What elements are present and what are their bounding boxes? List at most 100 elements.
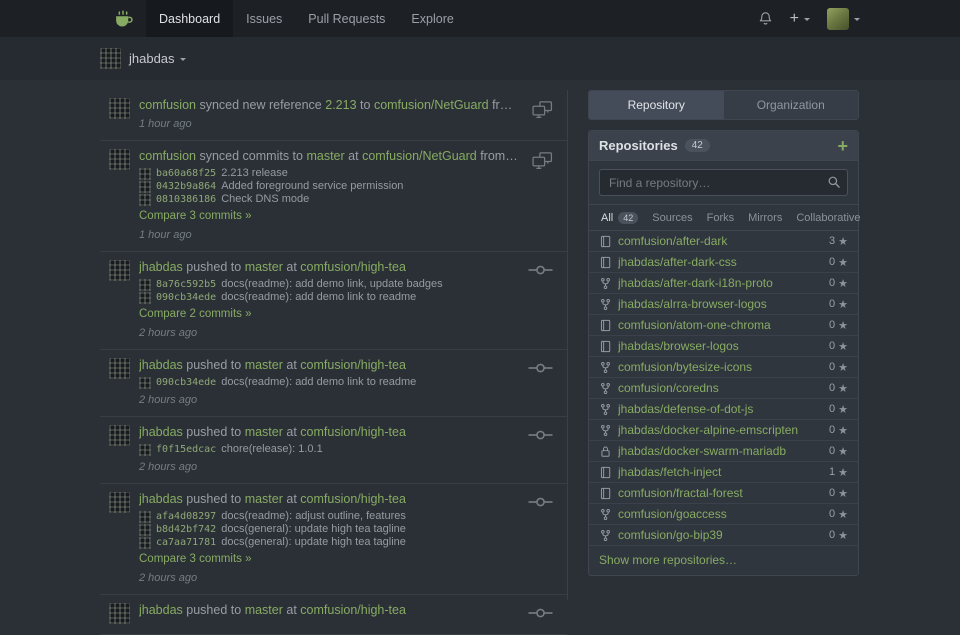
actor-avatar[interactable]	[109, 260, 130, 281]
fork-icon	[599, 508, 612, 521]
filter-mirrors[interactable]: Mirrors	[741, 212, 789, 224]
tab-repository[interactable]: Repository	[589, 91, 724, 119]
repo-link[interactable]: jhabdas/after-dark-i18n-proto	[618, 276, 829, 290]
repo-link[interactable]: comfusion/high-tea	[300, 260, 406, 274]
star-count: 1	[829, 466, 848, 479]
filter-label: All	[601, 212, 613, 224]
commit-sha-link[interactable]: b8d42bf742	[156, 523, 216, 536]
actor-avatar[interactable]	[109, 149, 130, 170]
repo-link[interactable]: comfusion/goaccess	[618, 507, 829, 521]
repo-link[interactable]: comfusion/fractal-forest	[618, 486, 829, 500]
compare-commits-link[interactable]: Compare 3 commits »	[139, 210, 251, 222]
nav-explore[interactable]: Explore	[398, 0, 466, 37]
repo-link[interactable]: comfusion/go-bip39	[618, 528, 829, 542]
repo-link[interactable]: jhabdas/after-dark-css	[618, 255, 829, 269]
filter-sources[interactable]: Sources	[645, 212, 699, 224]
feed-item: jhabdas pushed to master at comfusion/hi…	[100, 252, 567, 350]
notifications-bell-button[interactable]	[758, 11, 773, 26]
repo-link[interactable]: comfusion/high-tea	[300, 492, 406, 506]
repo-link[interactable]: comfusion/coredns	[618, 381, 829, 395]
repo-row: comfusion/goaccess 0	[589, 504, 858, 525]
repo-row: jhabdas/after-dark-i18n-proto 0	[589, 273, 858, 294]
commit-sha-link[interactable]: afa4d08297	[156, 510, 216, 523]
star-count: 0	[829, 508, 848, 521]
user-menu-dropdown[interactable]	[827, 8, 860, 30]
repo-link[interactable]: comfusion/high-tea	[300, 358, 406, 372]
repo-count-badge: 42	[685, 139, 710, 152]
add-repository-button[interactable]: +	[837, 137, 848, 155]
repo-row: comfusion/coredns 0	[589, 378, 858, 399]
repo-link[interactable]: jhabdas/browser-logos	[618, 339, 829, 353]
commit-message: docs(readme): add demo link to readme	[221, 376, 416, 389]
nav-issues[interactable]: Issues	[233, 0, 295, 37]
commit-sha-link[interactable]: 090cb34ede	[156, 376, 216, 389]
repo-link[interactable]: comfusion/after-dark	[618, 234, 829, 248]
branch-link[interactable]: master	[245, 603, 283, 617]
actor-link[interactable]: jhabdas	[139, 425, 183, 439]
nav-dashboard[interactable]: Dashboard	[146, 0, 233, 37]
feed-item: jhabdas pushed to master at comfusion/hi…	[100, 595, 567, 635]
compare-commits-link[interactable]: Compare 2 commits »	[139, 308, 251, 320]
context-user-switcher[interactable]: jhabdas	[100, 48, 186, 69]
repo-row: comfusion/atom-one-chroma 0	[589, 315, 858, 336]
actor-link[interactable]: jhabdas	[139, 603, 183, 617]
commit-sha-link[interactable]: 090cb34ede	[156, 291, 216, 304]
actor-avatar[interactable]	[109, 492, 130, 513]
actor-link[interactable]: jhabdas	[139, 260, 183, 274]
branch-link[interactable]: master	[245, 260, 283, 274]
sidebar-tabs: Repository Organization	[588, 90, 859, 120]
repo-link[interactable]: jhabdas/docker-swarm-mariadb	[618, 444, 829, 458]
commit-sha-link[interactable]: 0810386186	[156, 193, 216, 206]
branch-link[interactable]: master	[245, 358, 283, 372]
repo-link[interactable]: jhabdas/defense-of-dot-js	[618, 402, 829, 416]
branch-link[interactable]: master	[306, 149, 344, 163]
repo-link[interactable]: jhabdas/alrra-browser-logos	[618, 297, 829, 311]
repo-link[interactable]: comfusion/high-tea	[300, 603, 406, 617]
commit-sha-link[interactable]: ba60a68f25	[156, 167, 216, 180]
committer-avatar	[139, 292, 151, 304]
actor-avatar[interactable]	[109, 603, 130, 624]
filter-count-badge: 42	[618, 212, 638, 224]
repo-row: comfusion/fractal-forest 0	[589, 483, 858, 504]
branch-link[interactable]: master	[245, 425, 283, 439]
commit-sha-link[interactable]: 0432b9a864	[156, 180, 216, 193]
actor-avatar[interactable]	[109, 98, 130, 119]
actor-link[interactable]: jhabdas	[139, 492, 183, 506]
nav-pull-requests[interactable]: Pull Requests	[295, 0, 398, 37]
actor-link[interactable]: jhabdas	[139, 358, 183, 372]
filter-collaborative[interactable]: Collaborative	[789, 212, 867, 224]
gitea-logo[interactable]	[100, 0, 146, 37]
show-more-repositories-link[interactable]: Show more repositories…	[589, 546, 858, 575]
actor-avatar[interactable]	[109, 425, 130, 446]
create-new-dropdown[interactable]: +	[790, 11, 810, 27]
tab-organization[interactable]: Organization	[724, 91, 859, 119]
filter-forks[interactable]: Forks	[700, 212, 742, 224]
repo-icon	[599, 256, 612, 269]
repo-search-input[interactable]	[599, 169, 848, 196]
repo-link[interactable]: comfusion/bytesize-icons	[618, 360, 829, 374]
actor-link[interactable]: comfusion	[139, 98, 196, 112]
feed-title: comfusion synced commits to master at co…	[139, 149, 519, 164]
committer-avatar	[139, 377, 151, 389]
repo-link[interactable]: jhabdas/docker-alpine-emscripten	[618, 423, 829, 437]
repo-row: jhabdas/after-dark-css 0	[589, 252, 858, 273]
actor-avatar[interactable]	[109, 358, 130, 379]
repo-link[interactable]: comfusion/NetGuard	[374, 98, 489, 112]
repo-link[interactable]: comfusion/atom-one-chroma	[618, 318, 829, 332]
commit-sha-link[interactable]: 8a76c592b5	[156, 278, 216, 291]
star-icon	[835, 382, 848, 395]
filter-all[interactable]: All 42	[594, 212, 645, 224]
dashboard-main: comfusion synced new reference 2.213 to …	[100, 80, 860, 600]
repo-link[interactable]: jhabdas/fetch-inject	[618, 465, 829, 479]
commit-sha-link[interactable]: f0f15edcac	[156, 443, 216, 456]
ref-link[interactable]: 2.213	[325, 98, 356, 112]
actor-link[interactable]: comfusion	[139, 149, 196, 163]
commit-sha-link[interactable]: ca7aa71781	[156, 536, 216, 549]
branch-link[interactable]: master	[245, 492, 283, 506]
star-count: 0	[829, 340, 848, 353]
repo-link[interactable]: comfusion/NetGuard	[362, 149, 477, 163]
compare-commits-link[interactable]: Compare 3 commits »	[139, 553, 251, 565]
caret-down-icon	[180, 58, 186, 64]
repo-link[interactable]: comfusion/high-tea	[300, 425, 406, 439]
star-icon	[835, 403, 848, 416]
